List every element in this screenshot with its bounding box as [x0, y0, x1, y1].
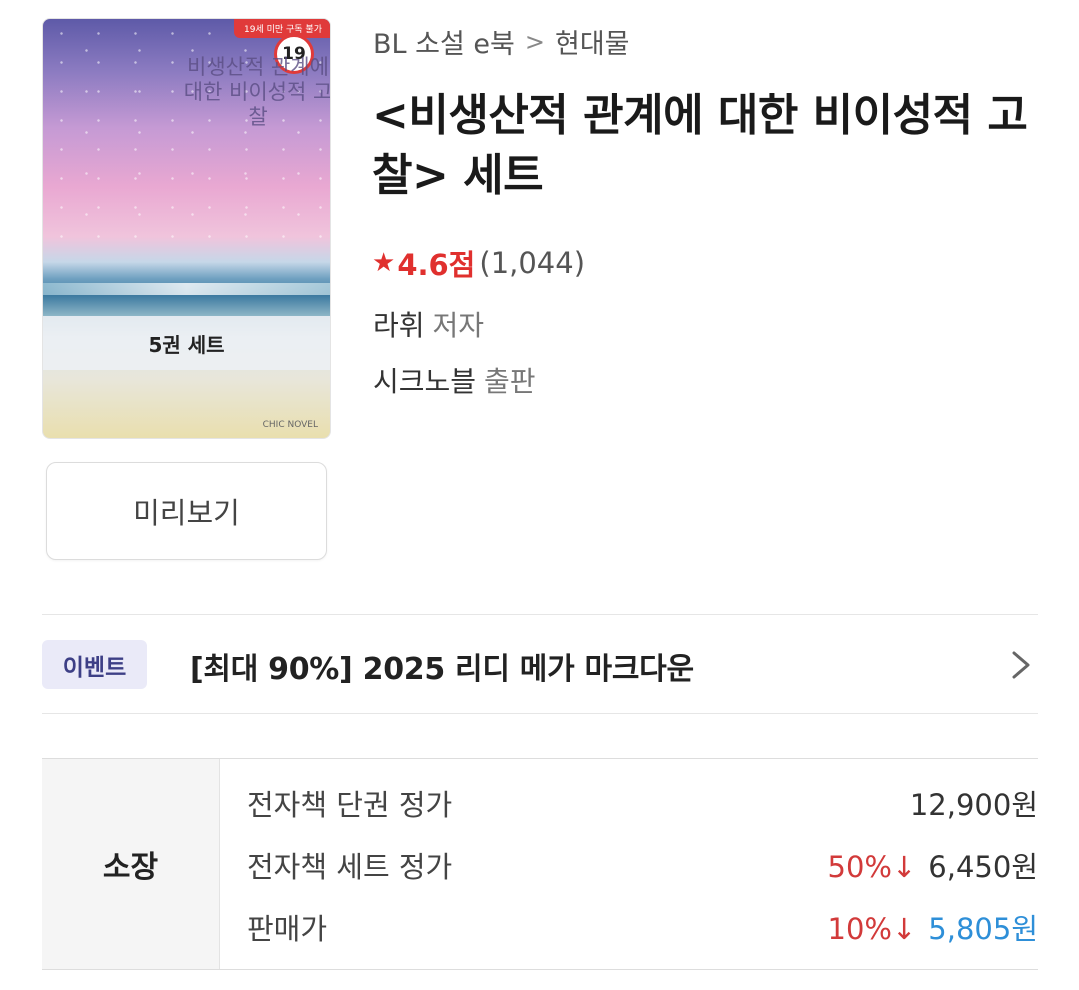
price-row-value: 12,900원 [910, 782, 1038, 824]
event-tag: 이벤트 [42, 640, 147, 689]
cover-publisher-mark: CHIC NOVEL [262, 420, 318, 430]
price-row-label: 전자책 세트 정가 [247, 850, 453, 884]
chevron-right-icon: > [524, 27, 545, 56]
rating[interactable]: ★ 4.6점 (1,044) [372, 242, 585, 284]
price-row-label: 판매가 [247, 912, 328, 946]
price-row-value: 10%↓ 5,805원 [828, 906, 1038, 948]
price-type-label: 소장 [42, 759, 220, 969]
book-title: <비생산적 관계에 대한 비이성적 고찰> 세트 [372, 90, 1028, 201]
chevron-right-icon[interactable] [1002, 645, 1038, 685]
breadcrumb-category[interactable]: BL 소설 e북 [373, 22, 515, 61]
breadcrumb-subcategory[interactable]: 현대물 [555, 22, 630, 61]
publisher-line: 시크노블 출판 [373, 360, 536, 400]
price-row-label: 전자책 단권 정가 [247, 788, 453, 822]
author-line: 라휘 저자 [373, 304, 484, 344]
discount-rate: 10% [827, 912, 892, 946]
cover-title-art: 비생산적 관계에 대한 비이성적 고찰 [183, 55, 331, 129]
single-volume-price: 12,900원 [909, 788, 1038, 822]
arrow-down-icon: ↓ [891, 850, 917, 884]
breadcrumb: BL 소설 e북 > 현대물 [373, 22, 630, 61]
discount-rate: 50% [827, 850, 892, 884]
author-role: 저자 [432, 309, 485, 342]
rating-count: (1,044) [479, 246, 586, 280]
book-cover[interactable]: 19세 미만 구독 불가 19 비생산적 관계에 대한 비이성적 고찰 5권 세… [42, 18, 331, 439]
price-row-value: 50%↓ 6,450원 [828, 844, 1038, 886]
divider [42, 713, 1038, 714]
arrow-down-icon: ↓ [891, 912, 917, 946]
publisher-role: 출판 [484, 365, 536, 398]
rating-score: 4.6점 [397, 248, 476, 282]
age-restriction-banner: 19세 미만 구독 불가 [234, 19, 330, 38]
divider [42, 614, 1038, 615]
set-count-label: 5권 세트 [43, 316, 330, 370]
event-link[interactable]: [최대 90%] 2025 리디 메가 마크다운 [190, 644, 694, 688]
set-price: 6,450원 [928, 850, 1038, 884]
preview-button[interactable]: 미리보기 [46, 462, 327, 560]
publisher-name[interactable]: 시크노블 [373, 365, 476, 398]
star-icon: ★ [372, 248, 396, 278]
author-name[interactable]: 라휘 [373, 309, 425, 342]
sale-price: 5,805원 [928, 912, 1038, 946]
cover-wave-decoration [43, 282, 330, 295]
